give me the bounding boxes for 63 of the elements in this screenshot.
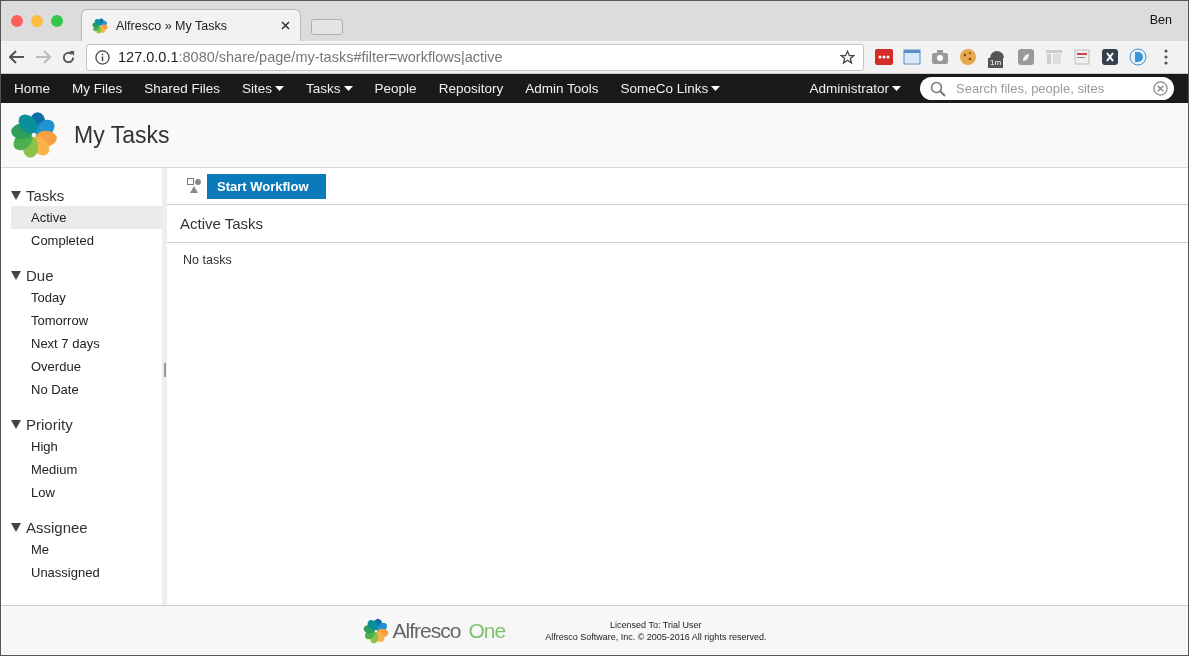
nav-menu-item[interactable]: Admin Tools (514, 81, 610, 96)
nav-menu-item[interactable]: Shared Files (133, 81, 232, 96)
user-menu[interactable]: Administrator (798, 81, 912, 96)
filter-group-heading[interactable]: Assignee (11, 516, 162, 538)
filter-item[interactable]: Overdue (11, 355, 162, 378)
expanded-triangle-icon[interactable] (11, 522, 21, 532)
camera-icon[interactable] (930, 47, 950, 67)
d-extension-icon[interactable] (1128, 47, 1148, 67)
nav-menu-item[interactable]: My Files (61, 81, 134, 96)
filter-item[interactable]: No Date (11, 378, 162, 401)
search-bar[interactable]: Search files, people, sites (920, 77, 1174, 100)
nav-menu-item[interactable]: SomeCo Links (609, 81, 732, 96)
clear-icon[interactable] (1153, 81, 1168, 96)
page-title: My Tasks (74, 121, 170, 149)
filter-item[interactable]: Tomorrow (11, 309, 162, 332)
filter-group-heading[interactable]: Priority (11, 413, 162, 435)
info-icon[interactable] (95, 49, 110, 65)
search-icon (930, 80, 946, 97)
empty-message: No tasks (182, 252, 233, 269)
workflow-icon (187, 178, 201, 194)
shield-extension-icon[interactable] (1016, 47, 1036, 67)
filter-item[interactable]: Active (11, 206, 162, 229)
nav-menu-item[interactable]: Tasks (295, 81, 364, 96)
nav-menu-item[interactable]: Home (3, 81, 61, 96)
filter-item[interactable]: Today (11, 286, 162, 309)
filter-group-heading[interactable]: Due (11, 264, 162, 286)
profile-name[interactable]: Ben (1149, 13, 1172, 27)
expanded-triangle-icon[interactable] (11, 190, 21, 200)
license-text: Licensed To: Trial User (610, 618, 702, 631)
start-workflow-button[interactable]: Start Workflow (207, 173, 326, 199)
expanded-triangle-icon[interactable] (11, 270, 21, 280)
nav-menu-item[interactable]: Sites (231, 81, 296, 96)
filter-item[interactable]: Low (11, 481, 162, 504)
filter-item[interactable]: Unassigned (11, 561, 162, 584)
resize-handle[interactable] (164, 363, 166, 377)
alfresco-logo-icon (10, 111, 58, 159)
filter-item[interactable]: Me (11, 538, 162, 561)
alfresco-logo-icon (362, 617, 389, 644)
close-icon[interactable] (281, 21, 290, 30)
alfresco-favicon-icon (92, 17, 108, 34)
window-extension-icon[interactable] (902, 47, 922, 67)
expanded-triangle-icon[interactable] (11, 419, 21, 429)
address-bar[interactable]: 127.0.0.1:8080/share/page/my-tasks#filter=workflows|active (86, 43, 864, 71)
browser-tab[interactable]: Alfresco » My Tasks (81, 9, 301, 41)
filter-item[interactable]: Next 7 days (11, 332, 162, 355)
password-extension-icon[interactable] (874, 47, 894, 67)
cookie-icon[interactable] (958, 47, 978, 67)
filter-item[interactable]: High (11, 435, 162, 458)
star-icon[interactable] (840, 49, 855, 65)
filter-item[interactable]: Completed (11, 229, 162, 252)
list-title: Active Tasks (167, 205, 1188, 243)
logo-text: Alfresco (392, 618, 461, 643)
copyright-text: Alfresco Software, Inc. © 2005-2016 All rights reserved. (545, 630, 767, 643)
x-extension-icon[interactable] (1100, 47, 1120, 67)
logo-suffix: One (468, 618, 506, 643)
nav-menu-item[interactable]: People (363, 81, 428, 96)
nav-menu-item[interactable]: Repository (427, 81, 515, 96)
back-icon[interactable] (9, 50, 25, 64)
filter-item[interactable]: Medium (11, 458, 162, 481)
reload-icon[interactable] (61, 49, 76, 65)
url-text: 127.0.0.1:8080/share/page/my-tasks#filter=workflows|active (118, 49, 504, 65)
selector-extension-icon[interactable] (1072, 47, 1092, 67)
filter-group-heading[interactable]: Tasks (11, 184, 162, 206)
